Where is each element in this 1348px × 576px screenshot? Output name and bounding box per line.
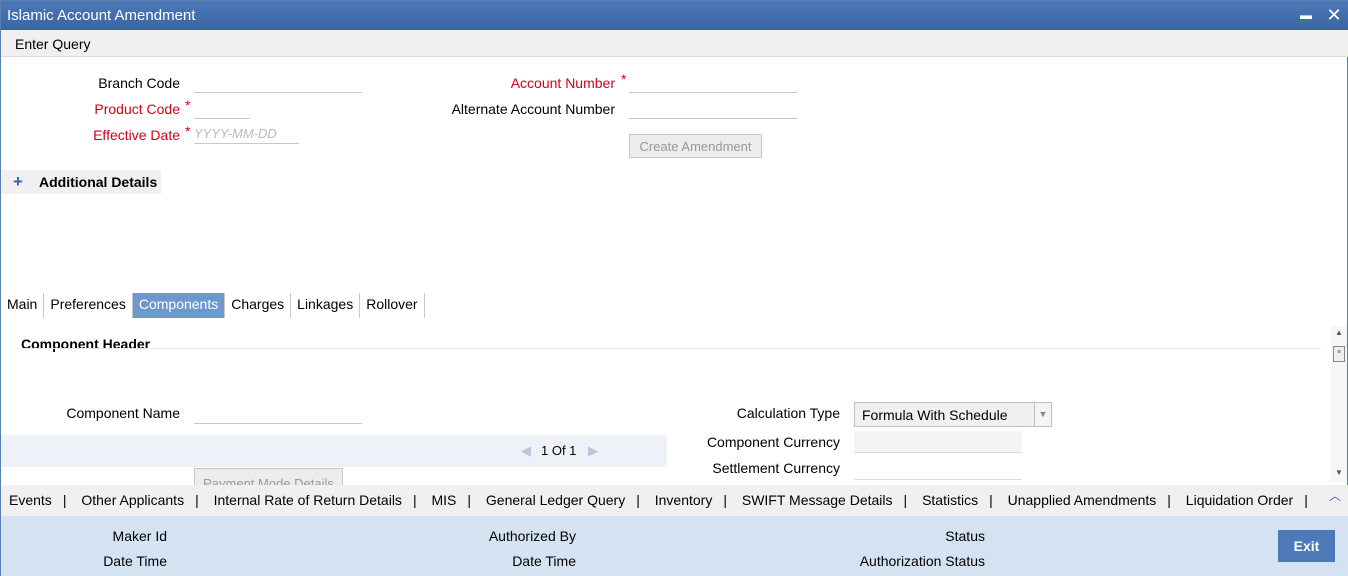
link-inventory[interactable]: Inventory: [655, 492, 713, 508]
maker-id-label: Maker Id: [112, 528, 167, 544]
tab-components[interactable]: Components: [132, 293, 226, 318]
minimize-icon[interactable]: ▬: [1295, 4, 1317, 26]
calculation-type-select[interactable]: Formula With Schedule ▼: [854, 402, 1052, 427]
required-marker: *: [185, 97, 191, 113]
tab-strip: Main Preferences Components Charges Link…: [1, 293, 425, 319]
status-label: Status: [945, 528, 985, 544]
component-currency-label: Component Currency: [706, 434, 840, 450]
payment-mode-clip: Payment Mode Details: [194, 468, 343, 485]
additional-details-label: Additional Details: [39, 174, 158, 190]
calculation-type-value: Formula With Schedule: [862, 407, 1008, 423]
effective-date-label: Effective Date: [93, 127, 180, 143]
alternate-account-number-label: Alternate Account Number: [451, 101, 615, 117]
links-row: Events | Other Applicants | Internal Rate …: [9, 492, 1308, 508]
exit-button[interactable]: Exit: [1278, 530, 1335, 562]
link-other-applicants[interactable]: Other Applicants: [81, 492, 184, 508]
authorized-by-label: Authorized By: [488, 528, 576, 544]
component-name-input[interactable]: [194, 404, 362, 424]
checker-date-time-label: Date Time: [512, 553, 576, 569]
alternate-account-number-input[interactable]: [629, 99, 797, 119]
tab-charges[interactable]: Charges: [225, 293, 292, 318]
maker-date-time-label: Date Time: [103, 553, 167, 569]
link-unapplied-amendments[interactable]: Unapplied Amendments: [1008, 492, 1157, 508]
chevron-down-icon: ▼: [1034, 403, 1051, 426]
next-page-icon[interactable]: ▶: [588, 443, 598, 459]
link-statistics[interactable]: Statistics: [922, 492, 978, 508]
enter-query-button[interactable]: Enter Query: [15, 36, 90, 52]
vertical-scrollbar[interactable]: ▲ ≡ ▼: [1331, 326, 1347, 482]
scroll-thumb[interactable]: ≡: [1333, 346, 1345, 362]
link-gl-query[interactable]: General Ledger Query: [486, 492, 625, 508]
link-events[interactable]: Events: [9, 492, 52, 508]
expand-icon: +: [13, 172, 23, 191]
scroll-up-icon[interactable]: ▲: [1331, 328, 1347, 337]
settlement-currency-field[interactable]: [854, 458, 1022, 480]
window-title: Islamic Account Amendment: [7, 7, 196, 24]
link-liquidation-order[interactable]: Liquidation Order: [1186, 492, 1293, 508]
tab-main[interactable]: Main: [1, 293, 45, 318]
authorization-status-label: Authorization Status: [859, 553, 985, 569]
title-bar: Islamic Account Amendment ▬ ✕: [1, 1, 1348, 30]
tab-linkages[interactable]: Linkages: [291, 293, 361, 318]
scroll-down-icon[interactable]: ▼: [1331, 468, 1347, 477]
required-marker: *: [185, 123, 191, 139]
settlement-currency-label: Settlement Currency: [712, 460, 840, 476]
branch-code-input[interactable]: [194, 73, 362, 93]
collapse-icon[interactable]: ︿: [1329, 487, 1341, 504]
section-divider: [21, 348, 1321, 349]
branch-code-label: Branch Code: [98, 75, 180, 91]
required-marker: *: [621, 71, 627, 87]
component-name-label: Component Name: [66, 405, 180, 421]
toolbar: Enter Query: [1, 30, 1348, 57]
previous-page-icon[interactable]: ◀: [521, 443, 531, 459]
page-indicator: 1 Of 1: [541, 443, 577, 458]
account-number-label: Account Number: [510, 75, 615, 91]
payment-mode-details-button[interactable]: Payment Mode Details: [194, 468, 343, 485]
create-amendment-button[interactable]: Create Amendment: [629, 134, 762, 158]
calculation-type-label: Calculation Type: [736, 405, 840, 421]
component-currency-field: [854, 431, 1022, 453]
effective-date-input[interactable]: [194, 124, 299, 144]
tab-preferences[interactable]: Preferences: [44, 293, 133, 318]
close-icon[interactable]: ✕: [1323, 4, 1345, 26]
additional-details-toggle[interactable]: + Additional Details: [1, 170, 161, 194]
account-amendment-window: Islamic Account Amendment ▬ ✕ Enter Quer…: [0, 0, 1348, 576]
link-swift-message-details[interactable]: SWIFT Message Details: [742, 492, 893, 508]
tab-rollover[interactable]: Rollover: [360, 293, 425, 318]
product-code-input[interactable]: [194, 99, 250, 119]
sub-screen-links: Events | Other Applicants | Internal Rate …: [1, 485, 1348, 516]
audit-footer: Maker Id Date Time Authorized By Date Ti…: [1, 516, 1348, 576]
link-irr-details[interactable]: Internal Rate of Return Details: [214, 492, 402, 508]
product-code-label: Product Code: [94, 101, 180, 117]
link-mis[interactable]: MIS: [431, 492, 456, 508]
component-header-title: Component Header: [21, 336, 151, 352]
component-pager: ◀ 1 Of 1 ▶: [1, 435, 667, 467]
account-number-input[interactable]: [629, 73, 797, 93]
